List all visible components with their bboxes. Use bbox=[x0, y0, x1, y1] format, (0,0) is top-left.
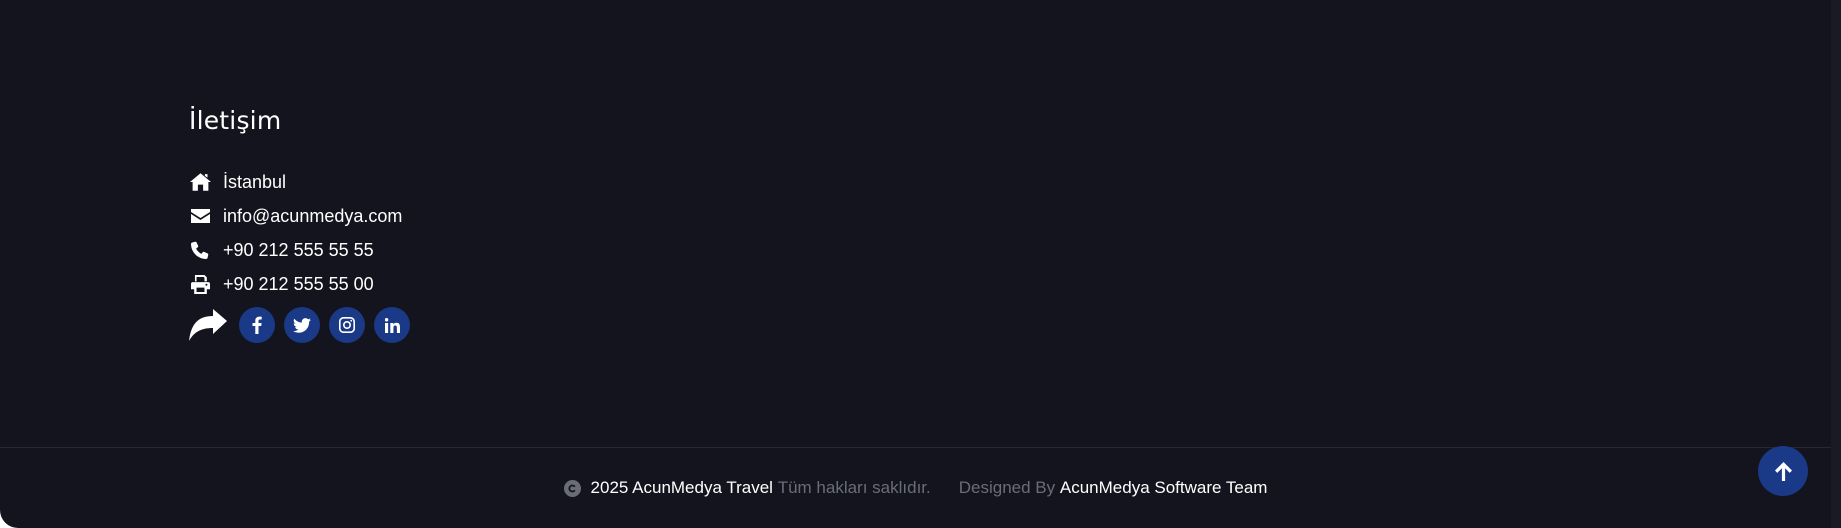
contact-section: İletişim İstanbul info@acunmedya.com +90… bbox=[189, 106, 419, 345]
scrollbar[interactable] bbox=[1831, 0, 1841, 528]
social-links bbox=[189, 305, 419, 345]
contact-address: İstanbul bbox=[189, 165, 419, 199]
share-icon bbox=[189, 309, 227, 341]
facebook-icon bbox=[252, 316, 262, 334]
linkedin-button[interactable] bbox=[374, 307, 410, 343]
site-footer: İletişim İstanbul info@acunmedya.com +90… bbox=[0, 0, 1841, 528]
phone-icon bbox=[189, 240, 211, 260]
twitter-button[interactable] bbox=[284, 307, 320, 343]
facebook-button[interactable] bbox=[239, 307, 275, 343]
email-link[interactable]: info@acunmedya.com bbox=[223, 206, 402, 227]
fax-text: +90 212 555 55 00 bbox=[223, 273, 374, 294]
instagram-icon bbox=[339, 317, 355, 333]
designed-by-label: Designed By bbox=[958, 478, 1056, 497]
envelope-icon bbox=[189, 206, 211, 226]
contact-phone: +90 212 555 55 55 bbox=[189, 233, 419, 267]
rights-text: Tüm hakları saklıdır. bbox=[777, 478, 931, 497]
linkedin-icon bbox=[384, 317, 400, 333]
arrow-up-icon bbox=[1774, 461, 1792, 481]
copyright-text: 2025 AcunMedya Travel bbox=[590, 478, 773, 497]
twitter-icon bbox=[293, 317, 311, 333]
home-icon bbox=[189, 172, 211, 192]
back-to-top-button[interactable] bbox=[1758, 446, 1808, 496]
printer-icon bbox=[189, 274, 211, 294]
contact-fax: +90 212 555 55 00 bbox=[189, 267, 419, 301]
instagram-button[interactable] bbox=[329, 307, 365, 343]
copyright-icon bbox=[563, 479, 581, 497]
contact-email: info@acunmedya.com bbox=[189, 199, 419, 233]
phone-text[interactable]: +90 212 555 55 55 bbox=[223, 240, 374, 261]
footer-bottom-bar: 2025 AcunMedya Travel Tüm hakları saklıd… bbox=[0, 448, 1831, 528]
contact-heading: İletişim bbox=[189, 106, 282, 135]
address-text: İstanbul bbox=[223, 171, 287, 192]
designer-team-link[interactable]: AcunMedya Software Team bbox=[1060, 478, 1268, 498]
